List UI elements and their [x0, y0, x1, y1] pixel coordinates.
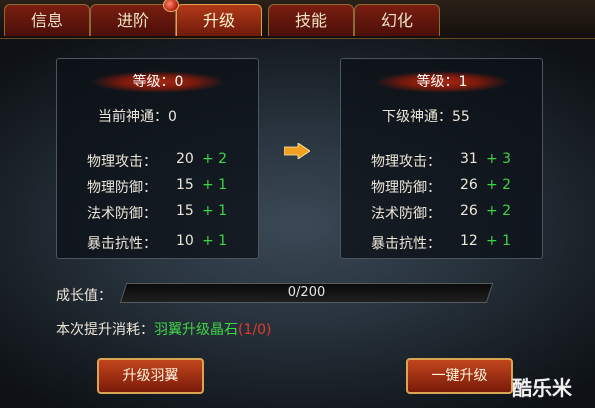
stat-value: 12 [460, 233, 478, 249]
stat-name: 物理防御： [87, 180, 157, 196]
stat-value: 26 [460, 177, 478, 193]
current-level-panel: 等级：0 当前神通：0 物理攻击： 20 + 2 物理防御： 15 + 1 法术… [56, 58, 259, 259]
stat-value: 20 [176, 151, 194, 167]
stat-bonus: + 1 [486, 233, 512, 249]
stat-name: 法术防御： [87, 206, 157, 222]
stat-name: 暴击抗性： [371, 236, 441, 252]
stat-bonus: + 1 [202, 203, 228, 219]
stat-name: 法术防御： [371, 206, 441, 222]
growth-label: 成长值： [56, 288, 112, 304]
tab-skills[interactable]: 技能 [268, 4, 354, 36]
stat-bonus: + 1 [202, 233, 228, 249]
stat-name: 物理攻击： [87, 154, 157, 170]
stat-bonus: + 1 [202, 177, 228, 193]
stat-value: 15 [176, 177, 194, 193]
current-power: 当前神通：0 [98, 109, 177, 125]
cost-count: (1/0) [238, 322, 272, 338]
tab-transform[interactable]: 幻化 [354, 4, 440, 36]
stat-bonus: + 3 [486, 151, 512, 167]
tab-bar: 信息 进阶 升级 技能 幻化 [0, 0, 595, 39]
tab-info[interactable]: 信息 [4, 4, 90, 36]
cost-label-text: 本次提升消耗： [56, 322, 154, 338]
stat-name: 物理防御： [371, 180, 441, 196]
cost-item[interactable]: 羽翼升级晶石 [154, 322, 238, 338]
stat-value: 26 [460, 203, 478, 219]
next-level-panel: 等级：1 下级神通：55 物理攻击： 31 + 3 物理防御： 26 + 2 法… [340, 58, 543, 259]
stat-bonus: + 2 [486, 177, 512, 193]
one-click-upgrade-button[interactable]: 一键升级 [406, 358, 513, 394]
stat-name: 暴击抗性： [87, 236, 157, 252]
cost-label: 本次提升消耗：羽翼升级晶石(1/0) [56, 319, 271, 339]
upgrade-wings-button[interactable]: 升级羽翼 [97, 358, 204, 394]
watermark: 酷乐米 [512, 376, 572, 400]
growth-value: 0/200 [287, 285, 326, 300]
stat-name: 物理攻击： [371, 154, 441, 170]
tab-advance[interactable]: 进阶 [90, 4, 176, 36]
current-level-banner: 等级：0 [91, 71, 225, 93]
stat-value: 15 [176, 203, 194, 219]
arrow-right-icon [284, 143, 310, 159]
tab-upgrade[interactable]: 升级 [176, 4, 262, 36]
stat-bonus: + 2 [202, 151, 228, 167]
stat-value: 10 [176, 233, 194, 249]
next-power: 下级神通：55 [382, 109, 470, 125]
stat-bonus: + 2 [486, 203, 512, 219]
stat-value: 31 [460, 151, 478, 167]
next-level-banner: 等级：1 [375, 71, 509, 93]
